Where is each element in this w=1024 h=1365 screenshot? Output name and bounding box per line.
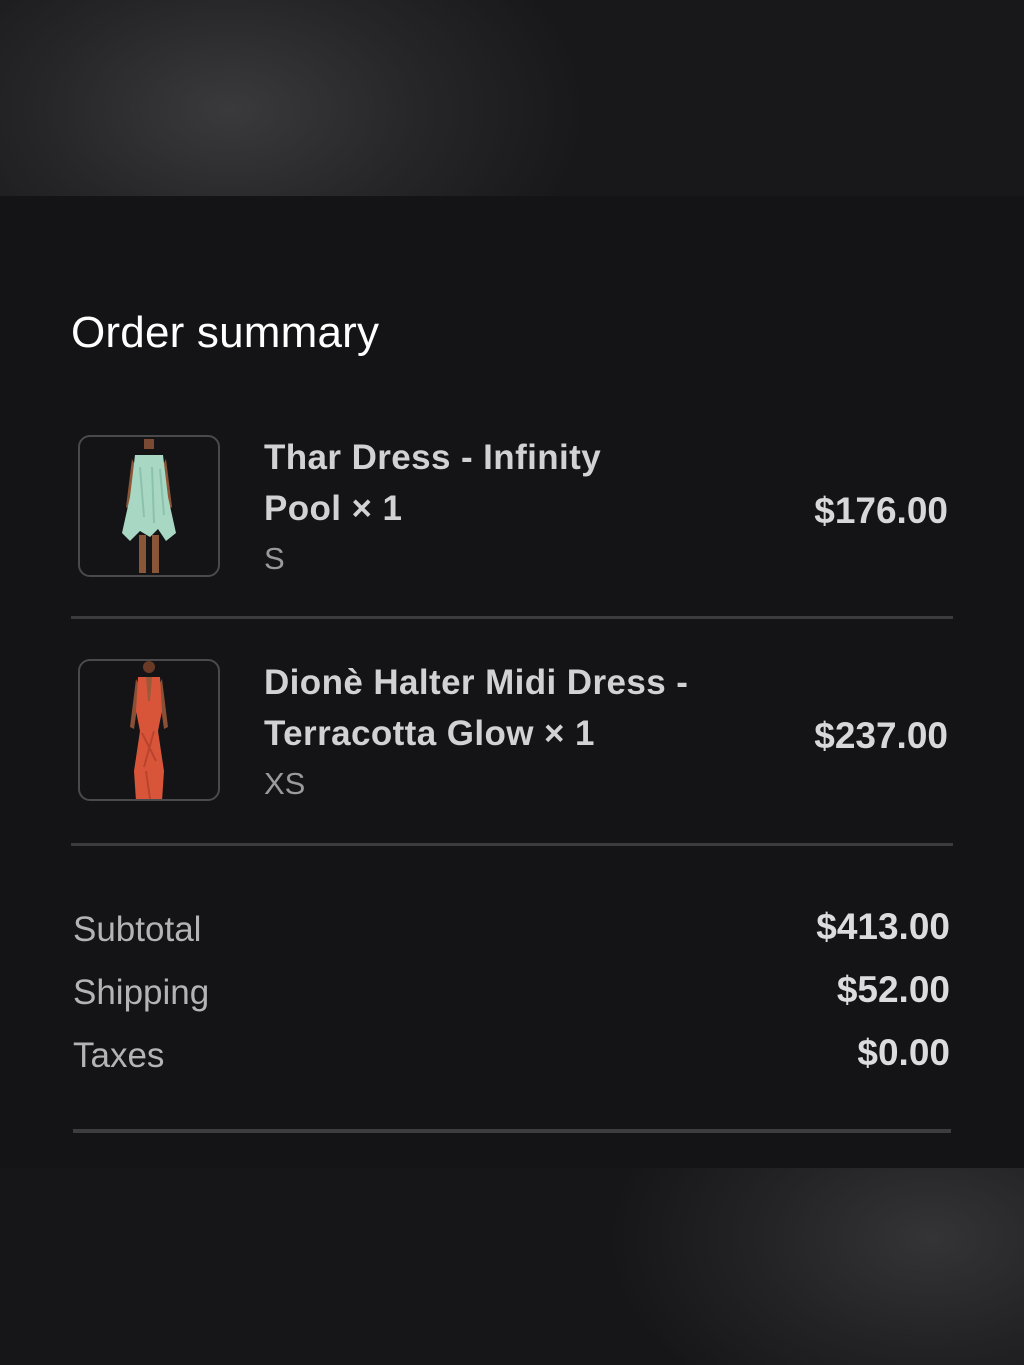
line-item-price: $237.00 bbox=[814, 715, 948, 756]
divider bbox=[71, 616, 953, 619]
line-item-name: Dionè Halter Midi Dress - Terracotta Glo… bbox=[264, 657, 734, 759]
shipping-row: Shipping $52.00 bbox=[73, 969, 950, 1019]
subtotal-row: Subtotal $413.00 bbox=[73, 906, 950, 956]
dress-shape bbox=[122, 455, 176, 541]
line-item-name-line1: Dionè Halter Midi Dress - bbox=[264, 663, 689, 702]
line-item-variant: S bbox=[264, 541, 285, 576]
line-item-variant: XS bbox=[264, 766, 306, 801]
divider bbox=[71, 843, 953, 846]
line-item-price: $176.00 bbox=[814, 490, 948, 531]
blurred-backdrop-top bbox=[0, 0, 1024, 196]
shipping-label: Shipping bbox=[73, 973, 210, 1012]
order-summary-panel: Order summary Thar Dress - Infinity Pool… bbox=[0, 196, 1024, 1168]
line-item-name-line1: Thar Dress - Infinity bbox=[264, 438, 602, 477]
line-item-name-line2: Terracotta Glow × 1 bbox=[264, 714, 595, 753]
order-summary-title: Order summary bbox=[71, 308, 380, 357]
product-thumbnail bbox=[78, 435, 220, 577]
subtotal-label: Subtotal bbox=[73, 910, 202, 949]
line-item-name-line2: Pool × 1 bbox=[264, 489, 403, 528]
taxes-value: $0.00 bbox=[857, 1032, 950, 1073]
subtotal-value: $413.00 bbox=[816, 906, 950, 947]
dress-image-icon bbox=[122, 439, 176, 573]
shipping-value: $52.00 bbox=[836, 969, 950, 1010]
divider bbox=[73, 1129, 951, 1133]
blurred-backdrop-bottom bbox=[0, 1168, 1024, 1365]
dress-image-icon bbox=[130, 661, 168, 799]
taxes-row: Taxes $0.00 bbox=[73, 1032, 950, 1082]
taxes-label: Taxes bbox=[73, 1036, 165, 1075]
line-item-name: Thar Dress - Infinity Pool × 1 bbox=[264, 432, 734, 534]
product-thumbnail bbox=[78, 659, 220, 801]
